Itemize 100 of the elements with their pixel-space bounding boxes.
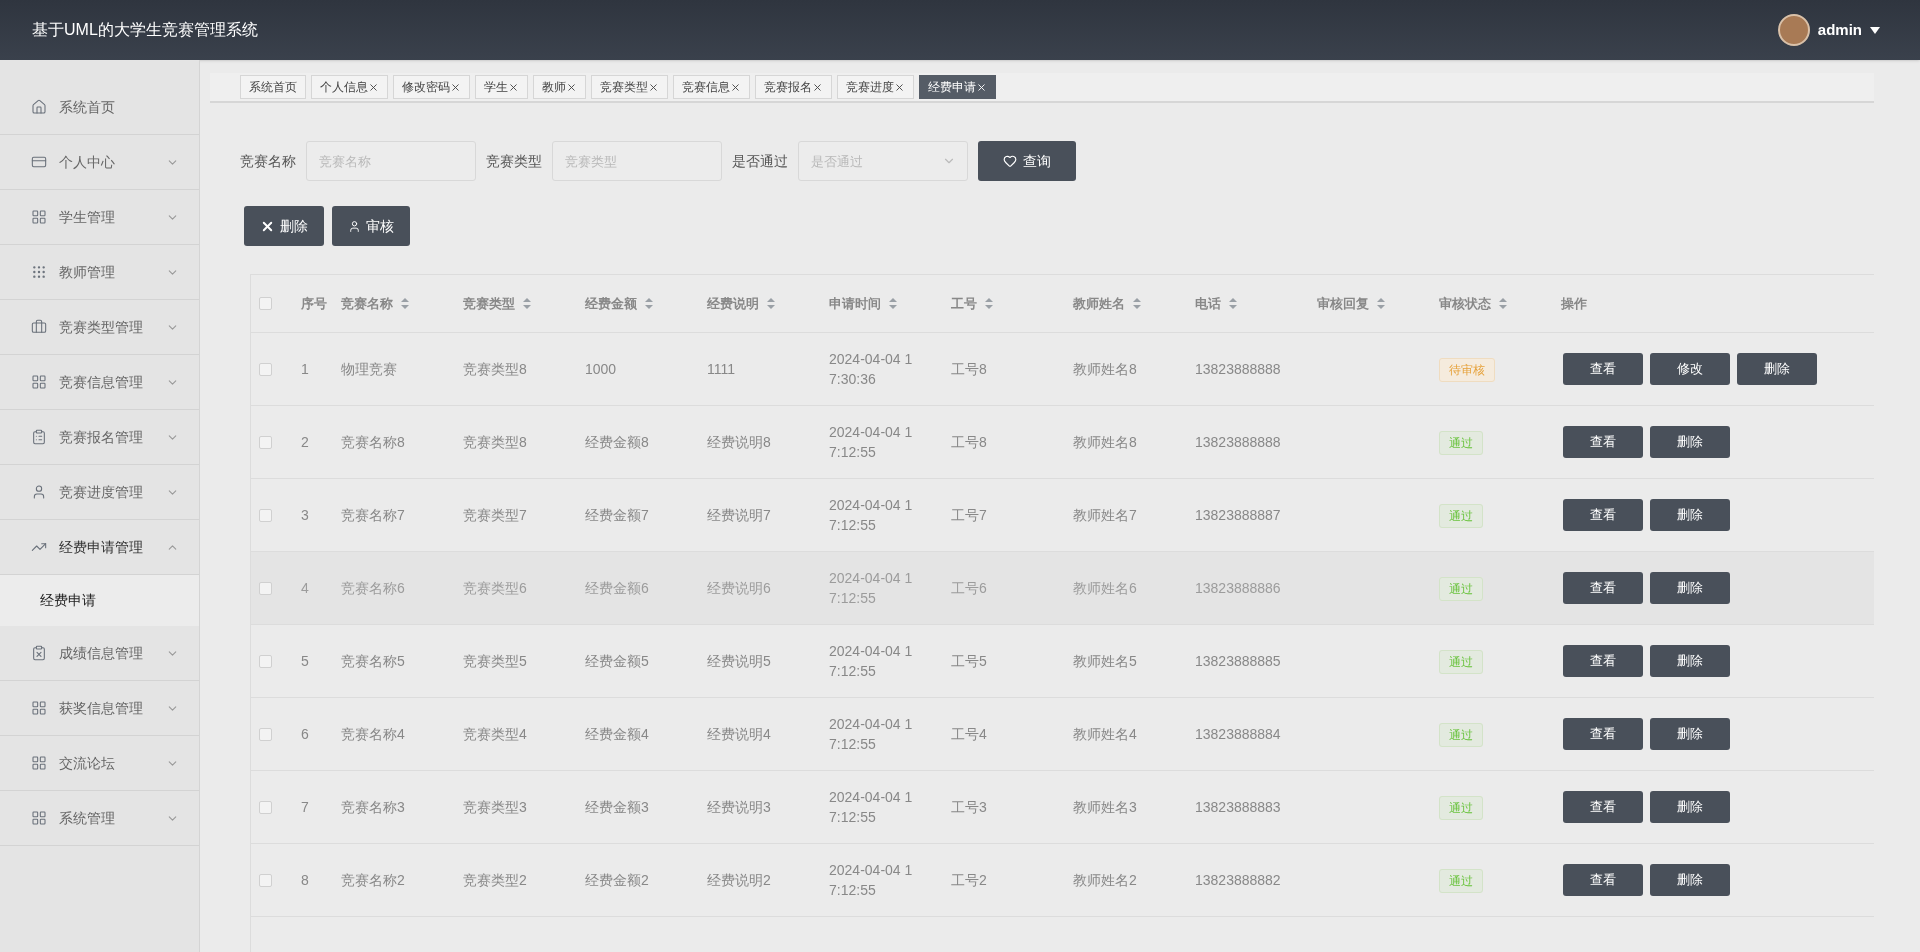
checkbox[interactable] bbox=[259, 435, 272, 449]
table-row[interactable]: 5 竞赛名称5 竞赛类型5 经费金额5 经费说明5 2024-04-04 17:12:55 工号5 教师姓名5 13823888885 通过 查看 删除 bbox=[251, 625, 1874, 698]
sidebar-item[interactable]: 竞赛类型管理 bbox=[0, 300, 199, 355]
checkbox[interactable] bbox=[259, 727, 272, 741]
sort-icon[interactable] bbox=[1133, 298, 1141, 309]
table-row[interactable]: 8 竞赛名称2 竞赛类型2 经费金额2 经费说明2 2024-04-04 17:12:55 工号2 教师姓名2 13823888882 通过 查看 删除 bbox=[251, 844, 1874, 917]
row-action-button[interactable]: 查看 bbox=[1563, 791, 1643, 823]
row-action-button[interactable]: 查看 bbox=[1563, 353, 1643, 385]
sidebar-item[interactable]: 成绩信息管理 bbox=[0, 626, 199, 681]
table-row[interactable]: 4 竞赛名称6 竞赛类型6 经费金额6 经费说明6 2024-04-04 17:12:55 工号6 教师姓名6 13823888886 通过 查看 删除 bbox=[251, 552, 1874, 625]
sort-icon[interactable] bbox=[985, 298, 993, 309]
sidebar-item[interactable]: 教师管理 bbox=[0, 245, 199, 300]
sidebar-item[interactable]: 学生管理 bbox=[0, 190, 199, 245]
close-icon[interactable] bbox=[450, 81, 461, 93]
clipboard-icon bbox=[31, 645, 47, 661]
column-header: 经费金额 bbox=[585, 294, 637, 313]
row-action-button[interactable]: 删除 bbox=[1650, 645, 1730, 677]
sort-icon[interactable] bbox=[1499, 298, 1507, 309]
row-action-button[interactable]: 删除 bbox=[1650, 791, 1730, 823]
table-row[interactable]: 7 竞赛名称3 竞赛类型3 经费金额3 经费说明3 2024-04-04 17:12:55 工号3 教师姓名3 13823888883 通过 查看 删除 bbox=[251, 771, 1874, 844]
sidebar-label: 成绩信息管理 bbox=[59, 643, 144, 663]
checkbox[interactable] bbox=[259, 581, 272, 595]
row-action-button[interactable]: 删除 bbox=[1650, 572, 1730, 604]
checkbox[interactable] bbox=[259, 508, 272, 522]
row-action-button[interactable]: 查看 bbox=[1563, 718, 1643, 750]
close-icon[interactable] bbox=[368, 81, 379, 93]
checkbox[interactable] bbox=[259, 800, 272, 814]
sidebar-item[interactable]: 竞赛信息管理 bbox=[0, 355, 199, 410]
briefcase-icon bbox=[31, 319, 47, 335]
close-icon[interactable] bbox=[894, 81, 905, 93]
sort-icon[interactable] bbox=[1377, 298, 1385, 309]
grid-icon bbox=[31, 374, 47, 390]
checkbox[interactable] bbox=[259, 654, 272, 668]
sort-icon[interactable] bbox=[523, 298, 531, 309]
row-action-button[interactable]: 删除 bbox=[1737, 353, 1817, 385]
table-cell: 4 bbox=[301, 579, 309, 596]
sidebar-item[interactable]: 系统管理 bbox=[0, 791, 199, 846]
table-cell: 经费金额6 bbox=[585, 579, 649, 596]
status-tag: 通过 bbox=[1439, 430, 1483, 455]
checkbox[interactable] bbox=[259, 873, 272, 887]
row-action-button[interactable]: 删除 bbox=[1650, 864, 1730, 896]
row-action-button[interactable]: 查看 bbox=[1563, 426, 1643, 458]
page-tab[interactable]: 系统首页 bbox=[240, 75, 306, 99]
caret-icon[interactable] bbox=[1870, 26, 1880, 34]
page-tab[interactable]: 教师 bbox=[533, 75, 586, 99]
sort-icon[interactable] bbox=[767, 298, 775, 309]
page-tab[interactable]: 竞赛类型 bbox=[591, 75, 668, 99]
sort-icon[interactable] bbox=[1229, 298, 1237, 309]
sort-icon[interactable] bbox=[645, 298, 653, 309]
page-tab[interactable]: 学生 bbox=[475, 75, 528, 99]
row-action-button[interactable]: 查看 bbox=[1563, 499, 1643, 531]
close-icon[interactable] bbox=[508, 81, 519, 93]
table-cell: 竞赛名称6 bbox=[341, 579, 405, 596]
close-icon[interactable] bbox=[812, 81, 823, 93]
table-row[interactable]: 2 竞赛名称8 竞赛类型8 经费金额8 经费说明8 2024-04-04 17:12:55 工号8 教师姓名8 13823888888 通过 查看 删除 bbox=[251, 406, 1874, 479]
close-icon[interactable] bbox=[730, 81, 741, 93]
avatar[interactable] bbox=[1777, 14, 1810, 46]
checkbox[interactable] bbox=[259, 362, 272, 376]
sidebar-item[interactable]: 竞赛进度管理 bbox=[0, 465, 199, 520]
close-icon[interactable] bbox=[566, 81, 577, 93]
sort-icon[interactable] bbox=[889, 298, 897, 309]
toolbar-button[interactable]: 审核 bbox=[332, 206, 410, 246]
row-action-button[interactable]: 查看 bbox=[1563, 572, 1643, 604]
toolbar-button[interactable]: 删除 bbox=[244, 206, 324, 246]
close-icon[interactable] bbox=[976, 81, 987, 93]
page-tab[interactable]: 竞赛进度 bbox=[837, 75, 914, 99]
row-action-button[interactable]: 查看 bbox=[1563, 864, 1643, 896]
table-row[interactable]: 1 物理竞赛 竞赛类型8 1000 1111 2024-04-04 17:30:36 工号8 教师姓名8 13823888888 待审核 查看 修改 删除 bbox=[251, 333, 1874, 406]
sidebar-item[interactable]: 系统首页 bbox=[0, 80, 199, 135]
sort-icon[interactable] bbox=[401, 298, 409, 309]
status-tag: 待审核 bbox=[1439, 357, 1495, 382]
checkbox[interactable] bbox=[259, 297, 272, 310]
table-cell: 竞赛类型3 bbox=[463, 798, 527, 815]
username[interactable]: admin bbox=[1817, 18, 1862, 42]
row-action-button[interactable]: 删除 bbox=[1650, 426, 1730, 458]
sidebar-item[interactable]: 获奖信息管理 bbox=[0, 681, 199, 736]
sidebar-label: 竞赛类型管理 bbox=[59, 317, 144, 337]
table-row[interactable]: 6 竞赛名称4 竞赛类型4 经费金额4 经费说明4 2024-04-04 17:12:55 工号4 教师姓名4 13823888884 通过 查看 删除 bbox=[251, 698, 1874, 771]
table-cell: 工号5 bbox=[951, 652, 987, 669]
status-tag: 通过 bbox=[1439, 868, 1483, 893]
tab-label: 竞赛类型 bbox=[600, 79, 648, 96]
sidebar-item[interactable]: 交流论坛 bbox=[0, 736, 199, 791]
close-icon[interactable] bbox=[648, 81, 659, 93]
sidebar-subitem[interactable]: 经费申请 bbox=[0, 575, 199, 626]
search-button[interactable]: 查询 bbox=[978, 141, 1076, 181]
row-action-button[interactable]: 删除 bbox=[1650, 718, 1730, 750]
page-tab[interactable]: 经费申请 bbox=[919, 75, 996, 99]
row-action-button[interactable]: 修改 bbox=[1650, 353, 1730, 385]
row-action-button[interactable]: 删除 bbox=[1650, 499, 1730, 531]
page-tab[interactable]: 竞赛报名 bbox=[755, 75, 832, 99]
page-tab[interactable]: 修改密码 bbox=[393, 75, 470, 99]
table-cell: 2024-04-04 17:12:55 bbox=[829, 862, 913, 898]
sidebar-item[interactable]: 竞赛报名管理 bbox=[0, 410, 199, 465]
page-tab[interactable]: 竞赛信息 bbox=[673, 75, 750, 99]
row-action-button[interactable]: 查看 bbox=[1563, 645, 1643, 677]
table-cell: 13823888888 bbox=[1195, 433, 1281, 450]
sidebar-item[interactable]: 个人中心 bbox=[0, 135, 199, 190]
table-cell: 13823888885 bbox=[1195, 652, 1281, 669]
table-cell: 教师姓名7 bbox=[1073, 506, 1137, 523]
page-tab[interactable]: 个人信息 bbox=[311, 75, 388, 99]
